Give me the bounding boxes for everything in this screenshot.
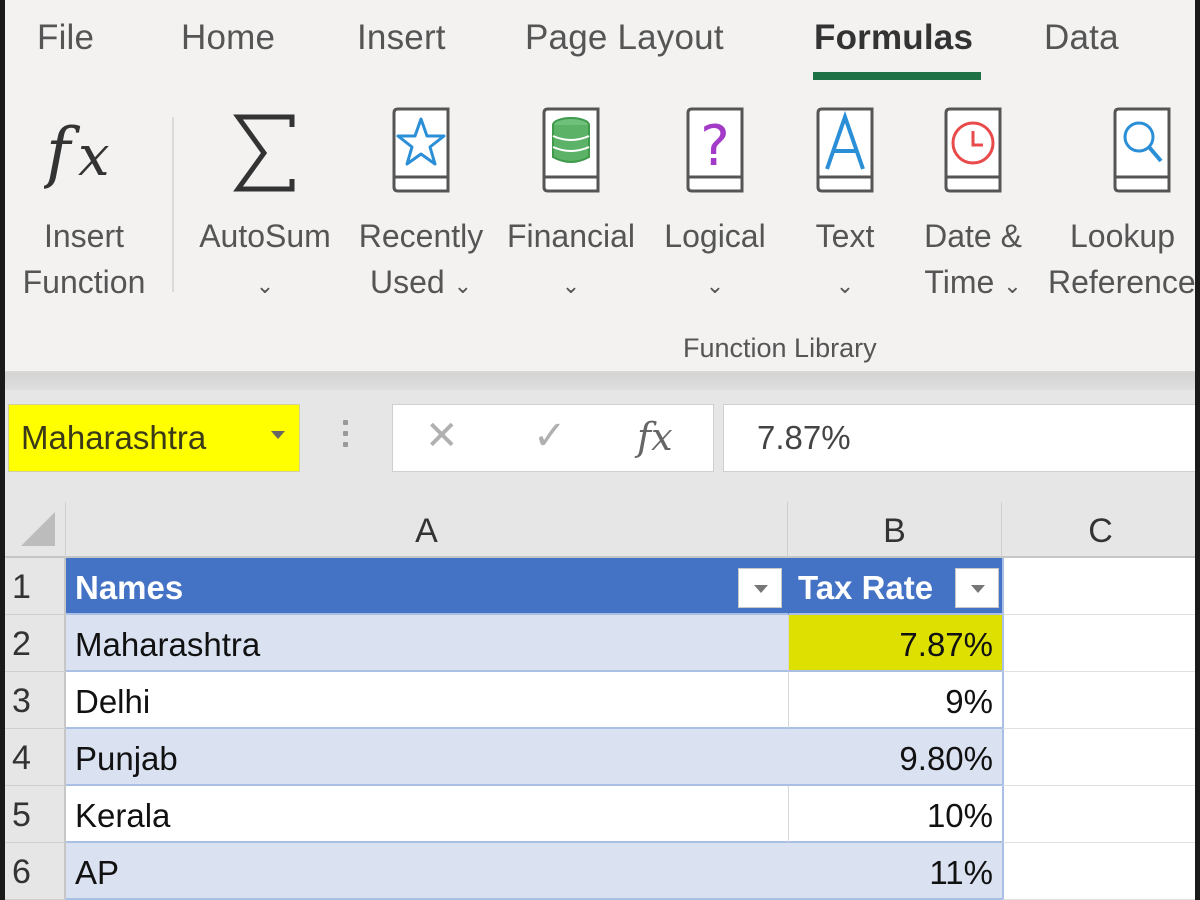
cell-c4[interactable] bbox=[1002, 729, 1200, 786]
table-row-name[interactable]: Delhi bbox=[66, 672, 788, 729]
autosum-label: AutoSum bbox=[199, 218, 331, 254]
logical-label: Logical bbox=[664, 218, 766, 254]
table-row-rate-selected[interactable]: 7.87% bbox=[788, 615, 1002, 672]
table-row-rate[interactable]: 9% bbox=[788, 672, 1002, 729]
coins-book-icon bbox=[536, 107, 606, 202]
cell-c5[interactable] bbox=[1002, 786, 1200, 843]
chevron-down-icon: ⌄ bbox=[705, 273, 725, 298]
cell-c2[interactable] bbox=[1002, 615, 1200, 672]
sigma-icon bbox=[230, 107, 300, 202]
date-time-label-2: Time bbox=[924, 264, 995, 300]
formula-bar-buttons: ✕ ✓ fx bbox=[392, 404, 714, 472]
table-row-name[interactable]: Maharashtra bbox=[66, 615, 788, 672]
question-book-icon: ? bbox=[680, 107, 750, 202]
insert-function-fx-icon[interactable]: fx bbox=[637, 415, 673, 459]
formula-input[interactable]: 7.87% bbox=[723, 404, 1200, 472]
insert-function-button[interactable]: f x Insert Function bbox=[10, 95, 158, 315]
formula-input-value: 7.87% bbox=[757, 419, 851, 456]
svg-text:x: x bbox=[78, 124, 110, 189]
logical-button[interactable]: ? Logical ⌄ bbox=[650, 95, 780, 315]
autosum-button[interactable]: AutoSum ⌄ bbox=[190, 95, 340, 315]
ribbon-tabs: File Home Insert Page Layout Formulas Da… bbox=[0, 0, 1200, 95]
lookup-label-2: Reference bbox=[1048, 264, 1196, 300]
row-header-3[interactable]: 3 bbox=[0, 672, 66, 729]
enter-icon[interactable]: ✓ bbox=[533, 413, 567, 459]
fx-icon: f x bbox=[41, 107, 124, 202]
worksheet-grid: A B C 1 Names Tax Rate 2 Maharashtra 7.8… bbox=[0, 502, 1200, 900]
lookup-reference-button[interactable]: Lookup Reference bbox=[1046, 95, 1200, 315]
ribbon-formulas: f x Insert Function AutoSum ⌄ Recently Used… bbox=[0, 95, 1200, 373]
text-label: Text bbox=[815, 218, 875, 254]
cancel-icon[interactable]: ✕ bbox=[425, 413, 459, 459]
chevron-down-icon: ⌄ bbox=[453, 273, 473, 298]
window-right-border bbox=[1195, 0, 1200, 900]
table-row-rate[interactable]: 10% bbox=[788, 786, 1002, 843]
table-header-names[interactable]: Names bbox=[66, 558, 788, 615]
cell-c3[interactable] bbox=[1002, 672, 1200, 729]
name-box-value: Maharashtra bbox=[21, 419, 207, 456]
select-all-button[interactable] bbox=[0, 502, 66, 558]
tab-insert[interactable]: Insert bbox=[357, 18, 446, 58]
function-library-group-label: Function Library bbox=[683, 333, 877, 363]
tab-file[interactable]: File bbox=[37, 18, 94, 58]
window-left-border bbox=[0, 0, 5, 900]
table-row-rate[interactable]: 11% bbox=[788, 843, 1002, 900]
insert-function-label-2: Function bbox=[22, 264, 146, 300]
formula-bar: Maharashtra ✕ ✓ fx 7.87% bbox=[0, 390, 1200, 502]
cell-c1[interactable] bbox=[1002, 558, 1200, 615]
tab-page-layout[interactable]: Page Layout bbox=[525, 18, 724, 58]
active-tab-indicator bbox=[813, 72, 981, 80]
chevron-down-icon: ⌄ bbox=[255, 273, 275, 298]
financial-button[interactable]: Financial ⌄ bbox=[502, 95, 640, 315]
recently-used-label-2: Used bbox=[369, 264, 445, 300]
chevron-down-icon: ⌄ bbox=[561, 273, 581, 298]
tab-home[interactable]: Home bbox=[181, 18, 275, 58]
row-header-4[interactable]: 4 bbox=[0, 729, 66, 786]
tab-data[interactable]: Data bbox=[1044, 18, 1119, 58]
svg-text:f: f bbox=[44, 114, 81, 191]
column-header-b[interactable]: B bbox=[788, 502, 1002, 558]
letter-a-book-icon bbox=[810, 107, 880, 202]
cell-c6[interactable] bbox=[1002, 843, 1200, 900]
magnifier-book-icon bbox=[1107, 107, 1177, 202]
table-row-name[interactable]: Kerala bbox=[66, 786, 788, 843]
tax-rate-header-label: Tax Rate bbox=[798, 569, 934, 606]
recently-used-label-1: Recently bbox=[358, 218, 484, 254]
names-header-label: Names bbox=[75, 569, 184, 606]
date-time-button[interactable]: Date & Time ⌄ bbox=[910, 95, 1036, 315]
row-header-1[interactable]: 1 bbox=[0, 558, 66, 615]
financial-label: Financial bbox=[506, 218, 636, 254]
row-header-5[interactable]: 5 bbox=[0, 786, 66, 843]
tax-rate-filter-dropdown-icon[interactable] bbox=[955, 568, 999, 608]
names-filter-dropdown-icon[interactable] bbox=[738, 568, 782, 608]
row-header-2[interactable]: 2 bbox=[0, 615, 66, 672]
tab-formulas[interactable]: Formulas bbox=[814, 18, 973, 58]
column-header-c[interactable]: C bbox=[1002, 502, 1200, 558]
chevron-down-icon: ⌄ bbox=[1003, 273, 1022, 298]
table-row-name[interactable]: Punjab bbox=[66, 729, 788, 786]
table-header-tax-rate[interactable]: Tax Rate bbox=[788, 558, 1002, 615]
insert-function-label-1: Insert bbox=[43, 218, 125, 254]
chevron-down-icon: ⌄ bbox=[835, 273, 855, 298]
clock-book-icon bbox=[938, 107, 1008, 202]
table-row-rate[interactable]: 9.80% bbox=[788, 729, 1002, 786]
column-header-a[interactable]: A bbox=[66, 502, 788, 558]
table-row-name[interactable]: AP bbox=[66, 843, 788, 900]
text-button[interactable]: Text ⌄ bbox=[786, 95, 904, 315]
lookup-label-1: Lookup bbox=[1070, 218, 1175, 254]
row-header-6[interactable]: 6 bbox=[0, 843, 66, 900]
date-time-label-1: Date & bbox=[924, 218, 1022, 254]
recently-used-button[interactable]: Recently Used ⌄ bbox=[352, 95, 490, 315]
select-all-triangle-icon bbox=[21, 512, 55, 546]
formula-bar-resize-grip[interactable] bbox=[343, 420, 349, 456]
star-book-icon bbox=[386, 107, 456, 202]
name-box-dropdown-icon[interactable] bbox=[271, 431, 285, 439]
svg-text:?: ? bbox=[700, 114, 730, 179]
ribbon-separator bbox=[172, 117, 174, 292]
name-box[interactable]: Maharashtra bbox=[8, 404, 300, 472]
